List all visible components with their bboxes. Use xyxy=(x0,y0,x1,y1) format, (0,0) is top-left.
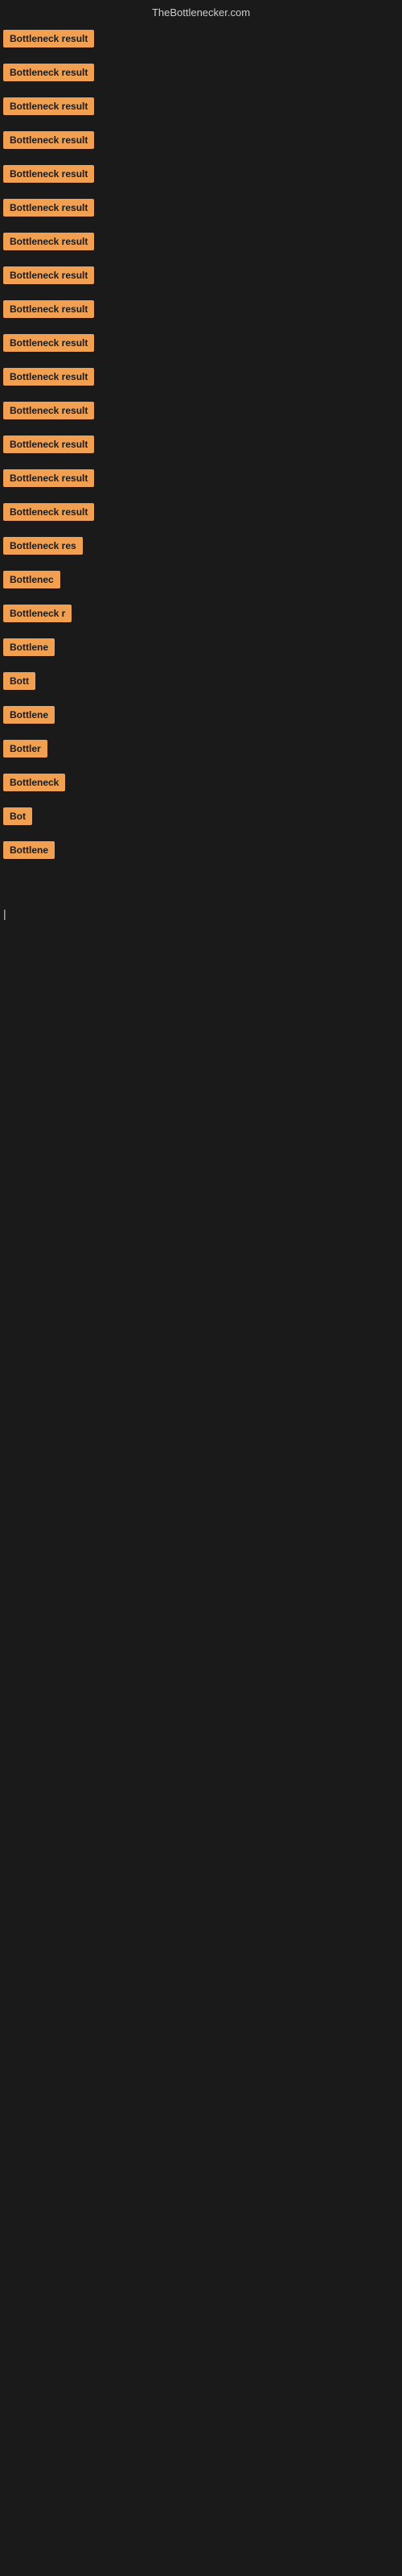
bottleneck-result-badge[interactable]: Bottleneck xyxy=(3,774,65,791)
list-item: Bottleneck result xyxy=(0,360,402,394)
bottleneck-result-badge[interactable]: Bot xyxy=(3,807,32,825)
bottleneck-result-badge[interactable]: Bottleneck result xyxy=(3,64,94,81)
bottleneck-result-badge[interactable]: Bott xyxy=(3,672,35,690)
site-title: TheBottlenecker.com xyxy=(152,6,250,19)
list-item: Bottleneck res xyxy=(0,529,402,563)
list-item: Bottleneck xyxy=(0,766,402,799)
list-item: Bottleneck result xyxy=(0,56,402,89)
list-item: Bottlene xyxy=(0,698,402,732)
bottleneck-result-badge[interactable]: Bottleneck r xyxy=(3,605,72,622)
list-item: Bottlene xyxy=(0,833,402,867)
cursor-indicator: | xyxy=(3,907,6,920)
bottleneck-result-badge[interactable]: Bottlene xyxy=(3,706,55,724)
list-item: Bottleneck result xyxy=(0,495,402,529)
list-item: Bottleneck result xyxy=(0,292,402,326)
list-item: Bottlene xyxy=(0,630,402,664)
bottleneck-result-badge[interactable]: Bottleneck result xyxy=(3,334,94,352)
list-item: Bottleneck result xyxy=(0,123,402,157)
bottleneck-result-badge[interactable]: Bottleneck result xyxy=(3,402,94,419)
bottleneck-result-badge[interactable]: Bottleneck res xyxy=(3,537,83,555)
bottleneck-result-badge[interactable]: Bottleneck result xyxy=(3,97,94,115)
site-header: TheBottlenecker.com xyxy=(0,0,402,22)
list-item: Bot xyxy=(0,799,402,833)
bottleneck-result-badge[interactable]: Bottleneck result xyxy=(3,131,94,149)
list-item: Bottleneck result xyxy=(0,225,402,258)
bottleneck-result-badge[interactable]: Bottlene xyxy=(3,841,55,859)
bottleneck-result-badge[interactable]: Bottlene xyxy=(3,638,55,656)
list-item: Bottleneck result xyxy=(0,258,402,292)
bottleneck-result-badge[interactable]: Bottlenec xyxy=(3,571,60,588)
bottleneck-result-badge[interactable]: Bottleneck result xyxy=(3,436,94,453)
bottleneck-result-badge[interactable]: Bottleneck result xyxy=(3,469,94,487)
list-item: Bott xyxy=(0,664,402,698)
list-item: Bottlenec xyxy=(0,563,402,597)
bottleneck-result-badge[interactable]: Bottleneck result xyxy=(3,233,94,250)
list-item: Bottleneck result xyxy=(0,22,402,56)
bottleneck-result-badge[interactable]: Bottleneck result xyxy=(3,30,94,47)
list-item: Bottleneck result xyxy=(0,326,402,360)
list-item: Bottleneck result xyxy=(0,191,402,225)
list-item: Bottleneck result xyxy=(0,157,402,191)
list-item: Bottler xyxy=(0,732,402,766)
bottleneck-result-badge[interactable]: Bottleneck result xyxy=(3,266,94,284)
list-item: Bottleneck result xyxy=(0,427,402,461)
bottleneck-result-badge[interactable]: Bottleneck result xyxy=(3,199,94,217)
list-item: Bottleneck result xyxy=(0,461,402,495)
list-item: Bottleneck result xyxy=(0,394,402,427)
list-item: Bottleneck result xyxy=(0,89,402,123)
bottleneck-result-badge[interactable]: Bottler xyxy=(3,740,47,758)
bottleneck-result-badge[interactable]: Bottleneck result xyxy=(3,300,94,318)
bottleneck-result-badge[interactable]: Bottleneck result xyxy=(3,368,94,386)
list-item: Bottleneck r xyxy=(0,597,402,630)
bottleneck-result-badge[interactable]: Bottleneck result xyxy=(3,503,94,521)
bottleneck-result-badge[interactable]: Bottleneck result xyxy=(3,165,94,183)
